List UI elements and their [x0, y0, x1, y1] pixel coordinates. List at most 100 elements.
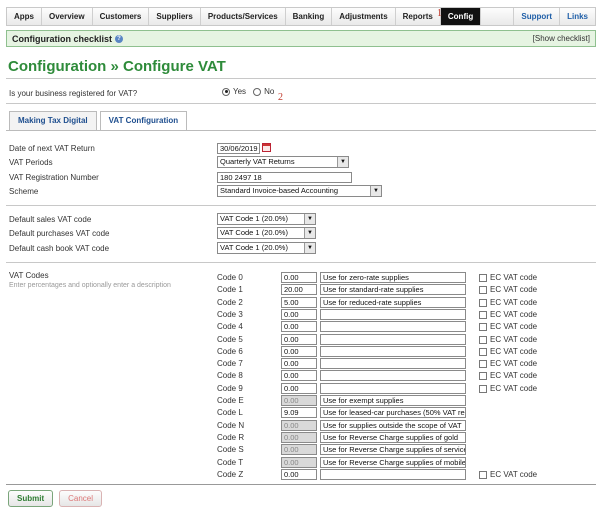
checklist-title: Configuration checklist: [12, 33, 113, 44]
code-6-description-input[interactable]: [320, 346, 466, 357]
next-vat-return-input[interactable]: 30/06/2019: [217, 143, 260, 154]
code-8-ec-vat-checkbox-group: EC VAT code: [479, 371, 537, 380]
default-cashbook-vat-code-value: VAT Code 1 (20.0%): [220, 243, 288, 252]
code-3-ec-vat-checkbox[interactable]: [479, 310, 487, 319]
code-l-percentage-input[interactable]: 9.09: [281, 407, 317, 418]
nav-item-config[interactable]: Config: [440, 8, 482, 25]
code-z-ec-vat-checkbox[interactable]: [479, 470, 487, 479]
page-title: Configuration » Configure VAT: [8, 58, 226, 75]
nav-item-products-services[interactable]: Products/Services: [201, 8, 286, 25]
tab-making-tax-digital[interactable]: Making Tax Digital: [9, 111, 97, 130]
code-2-percentage-input[interactable]: 5.00: [281, 297, 317, 308]
code-s-percentage-input: 0.00: [281, 444, 317, 455]
code-2-ec-vat-checkbox[interactable]: [479, 298, 487, 307]
code-8-ec-vat-checkbox[interactable]: [479, 371, 487, 380]
default-sales-vat-code-select[interactable]: VAT Code 1 (20.0%) ▼: [217, 213, 316, 225]
nav-item-banking[interactable]: Banking: [286, 8, 333, 25]
default-purchases-vat-code-select[interactable]: VAT Code 1 (20.0%) ▼: [217, 227, 316, 239]
top-nav: Apps Overview Customers Suppliers Products/S…: [6, 7, 596, 26]
code-9-percentage-input[interactable]: 0.00: [281, 383, 317, 394]
code-4-ec-vat-checkbox-group: EC VAT code: [479, 322, 537, 331]
code-1-ec-vat-checkbox[interactable]: [479, 285, 487, 294]
code-z-ec-vat-checkbox-group: EC VAT code: [479, 470, 537, 479]
code-2-description-input[interactable]: Use for reduced-rate supplies: [320, 297, 466, 308]
code-5-ec-vat-checkbox[interactable]: [479, 335, 487, 344]
nav-item-links[interactable]: Links: [559, 8, 595, 25]
show-checklist-link[interactable]: [Show checklist]: [533, 34, 590, 43]
nav-item-overview[interactable]: Overview: [42, 8, 93, 25]
code-2-ec-vat-checkbox-group: EC VAT code: [479, 298, 537, 307]
code-4-description-input[interactable]: [320, 321, 466, 332]
code-1-label: Code 1: [217, 285, 243, 294]
ec-vat-code-label: EC VAT code: [490, 298, 538, 307]
code-4-label: Code 4: [217, 322, 243, 331]
default-purchases-vat-code-value: VAT Code 1 (20.0%): [220, 228, 288, 237]
calendar-icon[interactable]: [262, 143, 271, 152]
code-z-percentage-input[interactable]: 0.00: [281, 469, 317, 480]
code-z-description-input[interactable]: [320, 469, 466, 480]
nav-item-reports[interactable]: Reports: [396, 8, 441, 25]
code-n-description-input[interactable]: Use for supplies outside the scope of VA…: [320, 420, 466, 431]
nav-item-adjustments[interactable]: Adjustments: [332, 8, 396, 25]
code-0-label: Code 0: [217, 273, 243, 282]
help-icon[interactable]: ?: [115, 34, 124, 43]
code-8-description-input[interactable]: [320, 370, 466, 381]
cancel-button[interactable]: Cancel: [59, 490, 103, 507]
registration-divider: [6, 103, 596, 104]
code-e-description-input[interactable]: Use for exempt supplies: [320, 395, 466, 406]
vat-registered-yes-radio[interactable]: [222, 87, 230, 96]
code-9-ec-vat-checkbox[interactable]: [479, 384, 487, 393]
codes-divider: [6, 262, 596, 263]
code-4-percentage-input[interactable]: 0.00: [281, 321, 317, 332]
code-0-ec-vat-checkbox[interactable]: [479, 273, 487, 282]
code-4-ec-vat-checkbox[interactable]: [479, 322, 487, 331]
vat-tabs: Making Tax Digital VAT Configuration: [9, 111, 188, 131]
code-1-description-input[interactable]: Use for standard-rate supplies: [320, 284, 466, 295]
ec-vat-code-label: EC VAT code: [490, 273, 538, 282]
chevron-down-icon: ▼: [304, 214, 315, 224]
code-7-ec-vat-checkbox[interactable]: [479, 359, 487, 368]
next-vat-return-label: Date of next VAT Return: [9, 144, 95, 153]
code-7-percentage-input[interactable]: 0.00: [281, 358, 317, 369]
code-3-description-input[interactable]: [320, 309, 466, 320]
code-7-label: Code 7: [217, 359, 243, 368]
code-0-description-input[interactable]: Use for zero-rate supplies: [320, 272, 466, 283]
code-5-percentage-input[interactable]: 0.00: [281, 334, 317, 345]
scheme-select[interactable]: Standard Invoice-based Accounting ▼: [217, 185, 382, 197]
code-s-description-input[interactable]: Use for Reverse Charge supplies of servi…: [320, 444, 466, 455]
vat-registered-no-radio[interactable]: [253, 87, 262, 96]
nav-item-customers[interactable]: Customers: [93, 8, 150, 25]
nav-item-support[interactable]: Support: [513, 8, 559, 25]
ec-vat-code-label: EC VAT code: [490, 310, 538, 319]
code-3-ec-vat-checkbox-group: EC VAT code: [479, 310, 537, 319]
submit-button[interactable]: Submit: [8, 490, 54, 507]
code-8-percentage-input[interactable]: 0.00: [281, 370, 317, 381]
ec-vat-code-label: EC VAT code: [490, 371, 538, 380]
footer-divider: [6, 484, 596, 485]
code-8-label: Code 8: [217, 371, 243, 380]
code-l-label: Code L: [217, 408, 243, 417]
vat-periods-select[interactable]: Quarterly VAT Returns ▼: [217, 156, 349, 168]
code-6-percentage-input[interactable]: 0.00: [281, 346, 317, 357]
code-7-description-input[interactable]: [320, 358, 466, 369]
code-0-percentage-input[interactable]: 0.00: [281, 272, 317, 283]
code-t-description-input[interactable]: Use for Reverse Charge supplies of mobil…: [320, 457, 466, 468]
tab-vat-configuration[interactable]: VAT Configuration: [99, 111, 188, 131]
chevron-down-icon: ▼: [370, 186, 381, 196]
code-1-percentage-input[interactable]: 20.00: [281, 284, 317, 295]
nav-item-apps[interactable]: Apps: [7, 8, 42, 25]
code-5-description-input[interactable]: [320, 334, 466, 345]
code-9-ec-vat-checkbox-group: EC VAT code: [479, 384, 537, 393]
code-7-ec-vat-checkbox-group: EC VAT code: [479, 359, 537, 368]
default-cashbook-vat-code-select[interactable]: VAT Code 1 (20.0%) ▼: [217, 242, 316, 254]
code-2-label: Code 2: [217, 298, 243, 307]
vat-registration-number-input[interactable]: 180 2497 18: [217, 172, 352, 183]
nav-item-suppliers[interactable]: Suppliers: [149, 8, 201, 25]
code-l-description-input[interactable]: Use for leased-car purchases (50% VAT re…: [320, 407, 466, 418]
ec-vat-code-label: EC VAT code: [490, 285, 538, 294]
code-6-ec-vat-checkbox[interactable]: [479, 347, 487, 356]
code-r-description-input[interactable]: Use for Reverse Charge supplies of gold: [320, 432, 466, 443]
code-r-percentage-input: 0.00: [281, 432, 317, 443]
code-9-description-input[interactable]: [320, 383, 466, 394]
code-3-percentage-input[interactable]: 0.00: [281, 309, 317, 320]
